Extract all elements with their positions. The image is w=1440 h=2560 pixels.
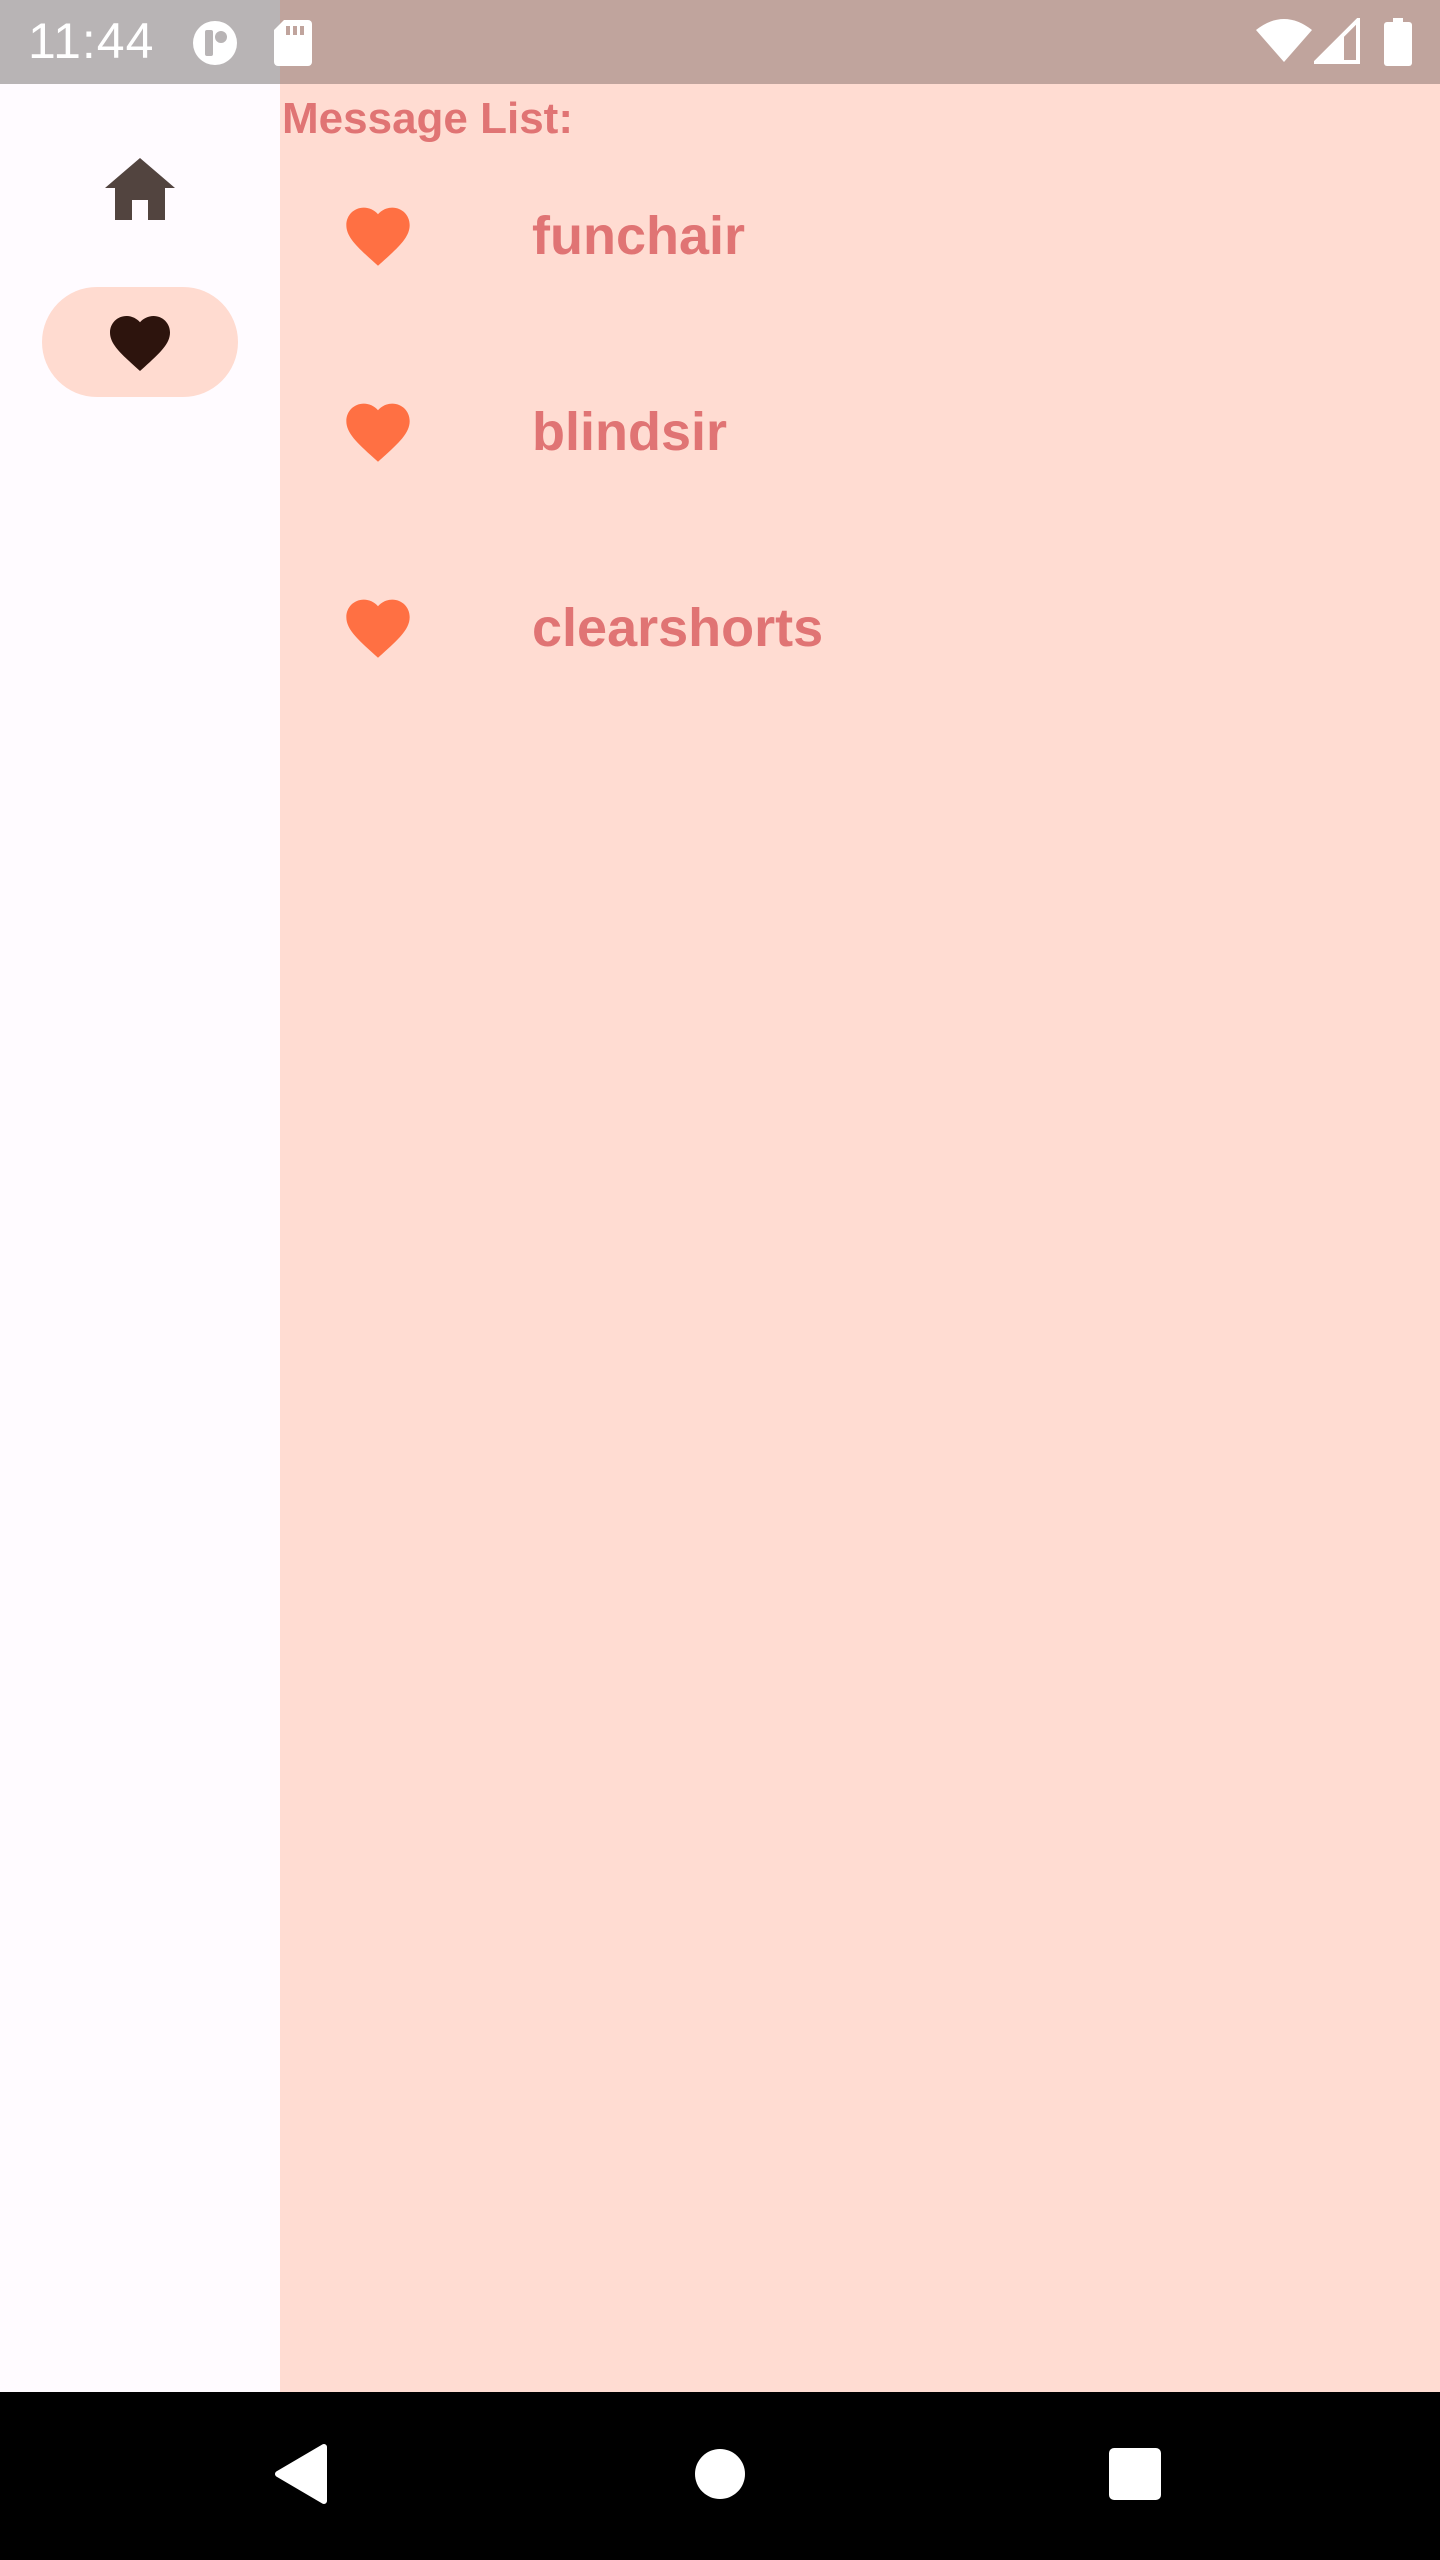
- message-name: blindsir: [532, 402, 728, 462]
- message-name: funchair: [532, 206, 746, 266]
- signal-icon: [1311, 15, 1360, 69]
- heart-icon: [340, 198, 416, 274]
- heart-icon: [340, 590, 416, 666]
- nav-item-home[interactable]: [42, 136, 238, 246]
- battery-icon: [1384, 18, 1412, 71]
- back-icon: [272, 2443, 328, 2510]
- app-notification-icon: [190, 18, 240, 73]
- list-item[interactable]: funchair: [280, 138, 1440, 334]
- heart-icon: [340, 394, 416, 470]
- wifi-icon: [1256, 18, 1312, 69]
- recents-button[interactable]: [1055, 2392, 1215, 2560]
- back-button[interactable]: [220, 2392, 380, 2560]
- page-title: Message List:: [282, 94, 573, 143]
- message-name: clearshorts: [532, 598, 824, 658]
- message-list-panel: Message List: funchair blindsir clearsho…: [280, 84, 1440, 2392]
- home-circle-icon: [694, 2448, 746, 2505]
- home-icon: [105, 157, 175, 225]
- nav-item-favorites[interactable]: [42, 287, 238, 397]
- status-bar: 11:44: [0, 0, 1440, 84]
- heart-icon: [104, 307, 176, 378]
- system-home-button[interactable]: [640, 2392, 800, 2560]
- navigation-rail: [0, 84, 280, 2392]
- list-item[interactable]: clearshorts: [280, 530, 1440, 726]
- recents-icon: [1108, 2447, 1162, 2506]
- system-navigation-bar: [0, 2392, 1440, 2560]
- status-time: 11:44: [28, 13, 155, 69]
- list-item[interactable]: blindsir: [280, 334, 1440, 530]
- sd-card-icon: [274, 20, 312, 71]
